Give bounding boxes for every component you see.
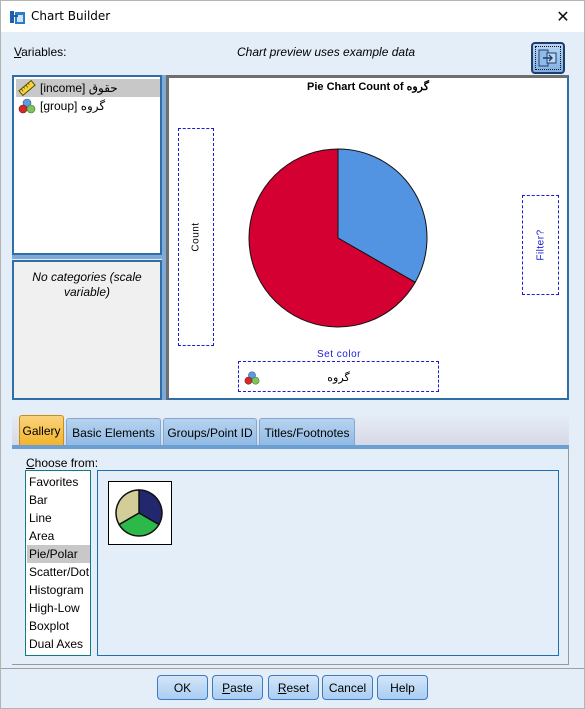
paste-button[interactable]: Paste [212, 675, 263, 700]
reset-label: eset [286, 680, 310, 695]
chart-type-item[interactable]: Bar [27, 491, 90, 509]
chart-type-item[interactable]: Area [27, 527, 90, 545]
chart-title: Pie Chart Count of گروه [307, 81, 429, 93]
tab-label: Titles/Footnotes [264, 425, 350, 440]
help-button[interactable]: Help [377, 675, 428, 700]
variable-item-income[interactable]: [income] حقوق [16, 79, 160, 97]
choose-from-label: Choose from: [26, 456, 98, 470]
reset-button[interactable]: Reset [268, 675, 319, 700]
tab-titles-footnotes[interactable]: Titles/Footnotes [259, 418, 355, 446]
chart-type-item[interactable]: High-Low [27, 599, 90, 617]
variable-label: [income] حقوق [40, 81, 118, 95]
close-icon: ✕ [556, 8, 570, 26]
filter-drop-zone[interactable]: Filter? [522, 195, 559, 295]
tab-gallery[interactable]: Gallery [19, 415, 64, 446]
horizontal-splitter[interactable] [12, 255, 162, 259]
choose-label-accel: C [26, 456, 35, 470]
ok-button[interactable]: OK [157, 675, 208, 700]
ok-label: OK [173, 680, 192, 695]
filter-label: Filter? [535, 229, 546, 261]
tab-label: Groups/Point ID [167, 425, 253, 440]
chart-type-item[interactable]: Favorites [27, 473, 90, 491]
paste-accel: P [222, 680, 231, 695]
variables-label-text: ariables: [21, 45, 67, 59]
color-drop-zone[interactable]: گروه [238, 361, 439, 392]
preview-note: Chart preview uses example data [237, 45, 416, 59]
element-properties-button[interactable] [531, 42, 565, 74]
reset-accel: R [277, 680, 287, 695]
gallery-thumbnails [97, 470, 559, 656]
export-arrow-icon [538, 49, 557, 67]
title-bar: Chart Builder ✕ [1, 1, 584, 32]
tab-label: Gallery [22, 424, 61, 438]
variables-label: Variables: [14, 45, 66, 59]
button-separator [1, 668, 584, 669]
paste-label: aste [230, 680, 253, 695]
chart-type-list[interactable]: Favorites Bar Line Area Pie/Polar Scatter/Dot… [25, 470, 91, 656]
tab-basic-elements[interactable]: Basic Elements [66, 418, 161, 446]
variable-item-group[interactable]: [group] گروه [16, 97, 160, 115]
cancel-label: Cancel [328, 680, 367, 695]
pie-chart-thumbnail[interactable] [108, 481, 172, 545]
chart-type-item[interactable]: Scatter/Dot [27, 563, 90, 581]
chart-type-item[interactable]: Boxplot [27, 617, 90, 635]
chart-preview-canvas[interactable]: Pie Chart Count of گروه Count Filter? Se… [166, 75, 569, 400]
close-button[interactable]: ✕ [546, 1, 580, 32]
choose-label-text: hoose from: [34, 456, 99, 470]
chart-type-item[interactable]: Line [27, 509, 90, 527]
tab-groups-point-id[interactable]: Groups/Point ID [163, 418, 257, 446]
chart-builder-dialog: Chart Builder ✕ Variables: Chart preview… [0, 0, 585, 709]
y-axis-drop-zone[interactable]: Count [178, 128, 214, 346]
y-axis-label: Count [190, 222, 202, 252]
variable-label: [group] گروه [40, 99, 106, 113]
color-variable-label: گروه [327, 372, 350, 384]
pie-thumbnail-icon [115, 489, 163, 537]
chart-type-item[interactable]: Pie/Polar [27, 545, 90, 563]
chart-builder-icon [10, 11, 25, 24]
tab-label: Basic Elements [72, 425, 155, 440]
cancel-button[interactable]: Cancel [322, 675, 373, 700]
help-label: Help [390, 680, 415, 695]
categories-panel: No categories (scale variable) [12, 260, 162, 400]
set-color-caption: Set color [317, 349, 361, 360]
scale-ruler-icon [18, 80, 36, 96]
pie-chart[interactable] [247, 147, 429, 329]
variable-list[interactable]: [income] حقوق [group] گروه [12, 75, 162, 255]
chart-type-item[interactable]: Histogram [27, 581, 90, 599]
no-categories-message: No categories (scale variable) [32, 270, 142, 299]
chart-type-item[interactable]: Dual Axes [27, 635, 90, 653]
window-title: Chart Builder [31, 9, 111, 23]
nominal-circles-icon [18, 98, 36, 114]
